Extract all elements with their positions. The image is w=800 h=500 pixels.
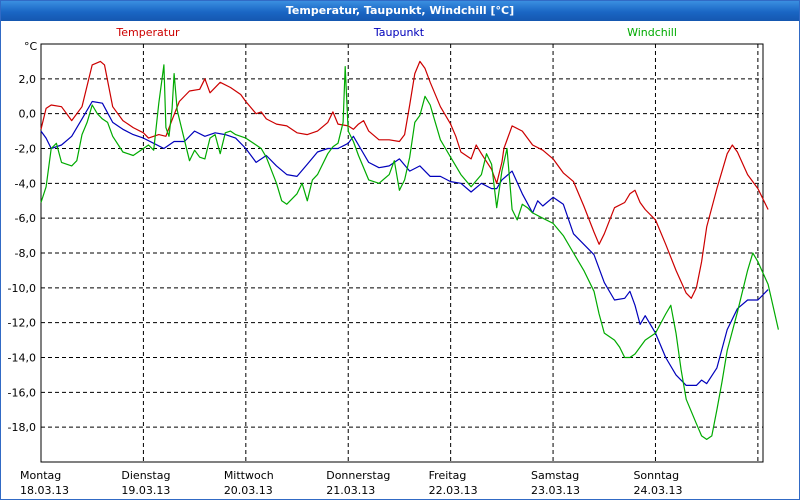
x-tick-date: 20.03.13 xyxy=(224,484,273,497)
y-tick-label: -8,0 xyxy=(15,247,36,260)
y-tick-label: 2,0 xyxy=(19,73,37,86)
legend: Temperatur Taupunkt Windchill xyxy=(115,26,677,39)
y-tick-label: -10,0 xyxy=(8,282,36,295)
y-tick-label: -2,0 xyxy=(15,143,36,156)
weather-chart: °C 2,0 0,0 -2,0 -4,0 -6,0 -8,0 -10,0 -12,0 -14,0… xyxy=(8,26,779,497)
x-tick-day: Samstag xyxy=(531,469,579,482)
y-tick-label: -6,0 xyxy=(15,212,36,225)
y-axis-ticks: 2,0 0,0 -2,0 -4,0 -6,0 -8,0 -10,0 -12,0 -14,0 -16… xyxy=(8,73,36,434)
x-tick-day: Montag xyxy=(20,469,61,482)
legend-temperatur: Temperatur xyxy=(115,26,180,39)
y-tick-label: -16,0 xyxy=(8,386,36,399)
x-tick-date: 18.03.13 xyxy=(20,484,69,497)
y-tick-label: 0,0 xyxy=(19,108,37,121)
x-tick-date: 24.03.13 xyxy=(633,484,682,497)
x-tick-date: 23.03.13 xyxy=(531,484,580,497)
y-tick-label: -12,0 xyxy=(8,317,36,330)
x-tick-day: Sonntag xyxy=(633,469,679,482)
x-tick-date: 19.03.13 xyxy=(121,484,170,497)
y-tick-label: -14,0 xyxy=(8,352,36,365)
x-tick-day: Donnerstag xyxy=(326,469,390,482)
legend-windchill: Windchill xyxy=(627,26,677,39)
legend-taupunkt: Taupunkt xyxy=(373,26,425,39)
x-tick-day: Freitag xyxy=(429,469,467,482)
x-tick-day: Dienstag xyxy=(121,469,170,482)
y-tick-label: -18,0 xyxy=(8,421,36,434)
y-tick-label: -4,0 xyxy=(15,177,36,190)
x-tick-date: 22.03.13 xyxy=(429,484,478,497)
x-axis-ticks: Montag 18.03.13 Dienstag 19.03.13 Mittwoch 20… xyxy=(20,469,682,497)
y-unit-label: °C xyxy=(24,40,38,53)
x-tick-day: Mittwoch xyxy=(224,469,274,482)
x-tick-date: 21.03.13 xyxy=(326,484,375,497)
